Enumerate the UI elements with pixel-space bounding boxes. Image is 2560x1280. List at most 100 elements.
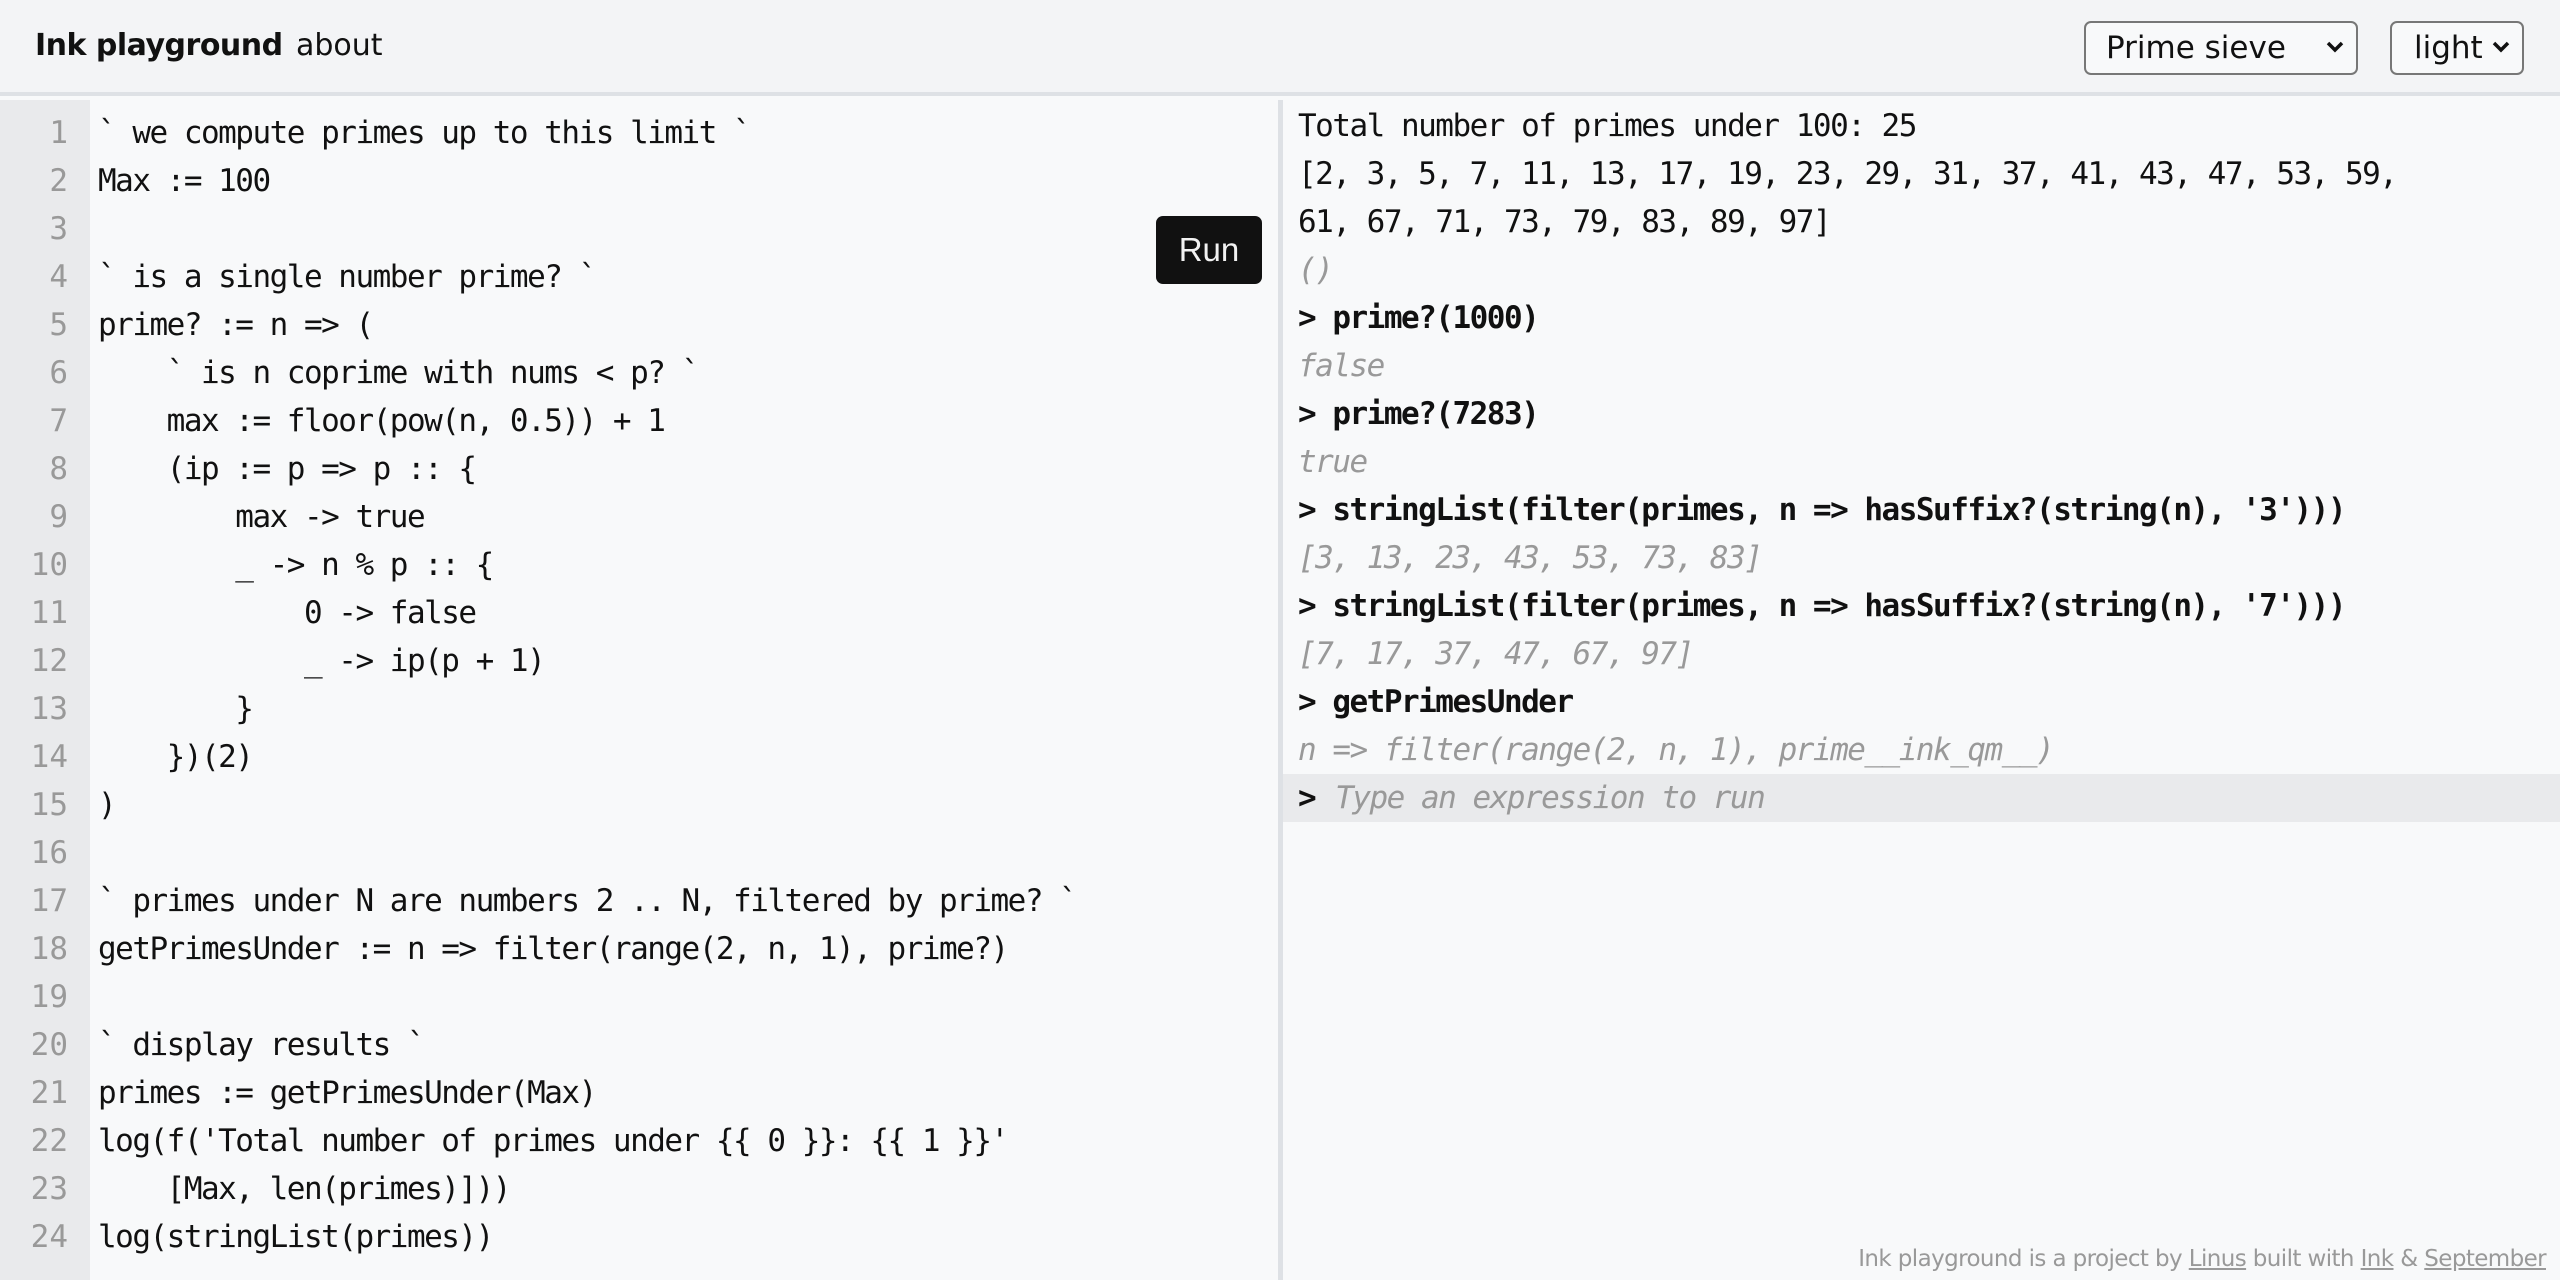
footer-text: & [2393,1246,2425,1272]
repl-log-line: [2, 3, 5, 7, 11, 13, 17, 19, 23, 29, 31,… [1298,156,2398,192]
code-text[interactable]: } [98,691,254,727]
september-link[interactable]: September [2424,1246,2546,1272]
code-text[interactable]: max := floor(pow(n, 0.5)) + 1 [98,403,666,439]
code-lines[interactable]: 1 ` we compute primes up to this limit ` 2… [0,109,1278,1261]
code-text[interactable]: 0 -> false [98,595,477,631]
repl-result-line: true [1298,444,1368,480]
code-text[interactable]: prime? := n => ( [98,307,374,343]
repl-result-line: false [1298,348,1385,384]
line-number: 11 [30,595,68,631]
footer-text: Ink playground is a project by [1858,1246,2189,1272]
repl-cmd-line: > getPrimesUnder [1298,684,1574,720]
code-line[interactable]: 23 [Max, len(primes)])) [0,1165,1278,1213]
code-line[interactable]: 24 log(stringList(primes)) [0,1213,1278,1261]
code-text[interactable]: ` is a single number prime? ` [98,259,597,295]
line-number: 24 [30,1219,68,1255]
top-bar: Ink playground about Prime sieve light [0,0,2560,96]
run-button[interactable]: Run [1156,216,1262,284]
code-line[interactable]: 1 ` we compute primes up to this limit ` [0,109,1278,157]
ink-link[interactable]: Ink [2361,1246,2394,1272]
repl-log-line: 61, 67, 71, 73, 79, 83, 89, 97] [1298,204,1832,240]
theme-select-value: light [2414,30,2483,66]
code-line[interactable]: 10 _ -> n % p :: { [0,541,1278,589]
code-text[interactable]: ` display results ` [98,1027,426,1063]
code-text[interactable]: getPrimesUnder := n => filter(range(2, n… [98,931,1009,967]
code-line[interactable]: 19 [0,973,1278,1021]
example-select-value: Prime sieve [2106,30,2286,66]
code-text[interactable]: log(f('Total number of primes under {{ 0… [98,1123,1009,1159]
code-text[interactable]: _ -> ip(p + 1) [98,643,546,679]
line-number: 14 [30,739,68,775]
line-number: 1 [49,115,68,151]
repl-result-line: [3, 13, 23, 43, 53, 73, 83] [1298,540,1763,576]
code-line[interactable]: 22 log(f('Total number of primes under {{… [0,1117,1278,1165]
code-editor[interactable]: 1 ` we compute primes up to this limit ` 2… [0,100,1278,1280]
code-line[interactable]: 4 ` is a single number prime? ` [0,253,1278,301]
code-text[interactable]: primes := getPrimesUnder(Max) [98,1075,597,1111]
repl-input[interactable]: Type an expression to run [1335,780,1766,816]
chevron-down-icon [2492,41,2510,53]
author-link[interactable]: Linus [2189,1246,2247,1272]
code-line[interactable]: 13 } [0,685,1278,733]
repl-input-row[interactable]: > Type an expression to run [1283,774,2560,822]
code-line[interactable]: 21 primes := getPrimesUnder(Max) [0,1069,1278,1117]
code-line[interactable]: 3 [0,205,1278,253]
chevron-down-icon [2326,41,2344,53]
line-number: 6 [49,355,68,391]
code-text[interactable]: })(2) [98,739,254,775]
about-link[interactable]: about [296,28,383,63]
code-line[interactable]: 12 _ -> ip(p + 1) [0,637,1278,685]
code-line[interactable]: 15) [0,781,1278,829]
repl-log-line: Total number of primes under 100: 25 [1298,108,1917,144]
code-text[interactable]: Max := 100 [98,163,271,199]
line-number: 3 [49,211,68,247]
line-number: 13 [30,691,68,727]
line-number: 5 [49,307,68,343]
line-number: 22 [30,1123,68,1159]
code-line[interactable]: 7 max := floor(pow(n, 0.5)) + 1 [0,397,1278,445]
line-number: 7 [49,403,68,439]
code-line[interactable]: 6 ` is n coprime with nums < p? ` [0,349,1278,397]
repl-cmd-line: > prime?(7283) [1298,396,1540,432]
repl-result-line: [7, 17, 37, 47, 67, 97] [1298,636,1694,672]
line-number: 10 [30,547,68,583]
repl-panel: Total number of primes under 100: 25 [2, … [1283,100,2560,1280]
repl-result-line: () [1298,252,1334,288]
code-line[interactable]: 18 getPrimesUnder := n => filter(range(2,… [0,925,1278,973]
app-title: Ink playground [35,28,283,63]
line-number: 17 [30,883,68,919]
code-text[interactable]: ` primes under N are numbers 2 .. N, fil… [98,883,1078,919]
code-text[interactable]: _ -> n % p :: { [98,547,494,583]
theme-select[interactable]: light [2390,21,2524,75]
code-line[interactable]: 16 [0,829,1278,877]
code-line[interactable]: 14 })(2) [0,733,1278,781]
line-number: 18 [30,931,68,967]
code-line[interactable]: 20 ` display results ` [0,1021,1278,1069]
code-text[interactable]: [Max, len(primes)])) [98,1171,512,1207]
code-text[interactable]: ` we compute primes up to this limit ` [98,115,752,151]
code-line[interactable]: 11 0 -> false [0,589,1278,637]
repl-cmd-line: > prime?(1000) [1298,300,1540,336]
code-line[interactable]: 2 Max := 100 [0,157,1278,205]
code-line[interactable]: 17 ` primes under N are numbers 2 .. N, f… [0,877,1278,925]
footer-text: built with [2246,1246,2361,1272]
code-line[interactable]: 9 max -> true [0,493,1278,541]
example-select[interactable]: Prime sieve [2084,21,2358,75]
code-text[interactable]: (ip := p => p :: { [98,451,477,487]
code-line[interactable]: 5 prime? := n => ( [0,301,1278,349]
line-number: 23 [30,1171,68,1207]
line-number: 20 [30,1027,68,1063]
repl-output: Total number of primes under 100: 25 [2, … [1283,102,2560,822]
code-text[interactable]: ) [98,787,117,823]
code-line[interactable]: 8 (ip := p => p :: { [0,445,1278,493]
line-number: 4 [49,259,68,295]
repl-cmd-line: > stringList(filter(primes, n => hasSuff… [1298,492,2346,528]
code-text[interactable]: log(stringList(primes)) [98,1219,494,1255]
line-number: 19 [30,979,68,1015]
repl-cmd-line: > stringList(filter(primes, n => hasSuff… [1298,588,2346,624]
footer-credits: Ink playground is a project by Linus bui… [1858,1246,2546,1272]
line-number: 15 [30,787,68,823]
code-text[interactable]: ` is n coprime with nums < p? ` [98,355,701,391]
prompt-icon: > [1298,780,1317,816]
code-text[interactable]: max -> true [98,499,425,535]
